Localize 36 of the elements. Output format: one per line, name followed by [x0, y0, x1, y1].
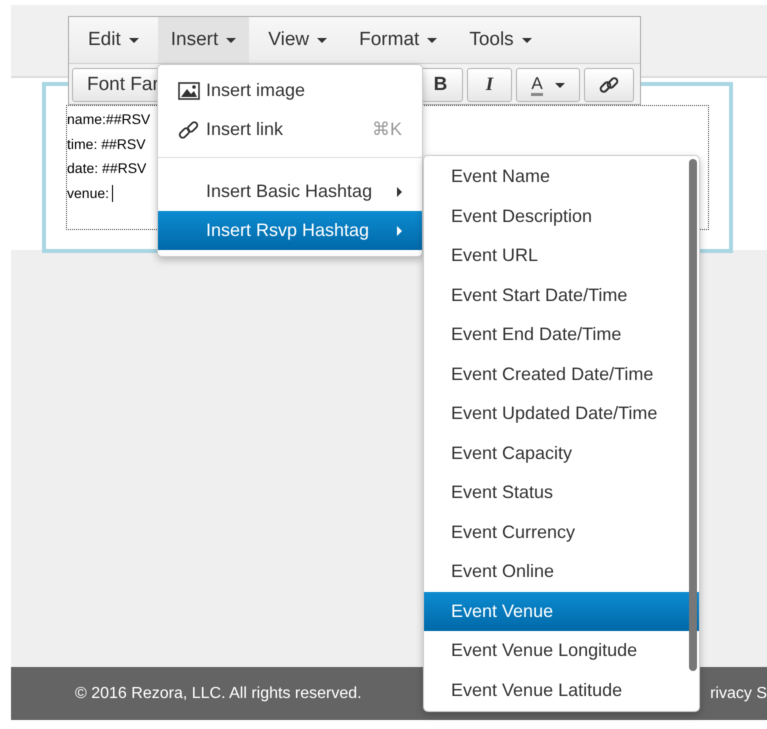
- menu-item[interactable]: Event Description: [424, 196, 699, 236]
- menu-item[interactable]: Event Updated Date/Time: [424, 394, 699, 434]
- menu-item[interactable]: Event Start Date/Time: [424, 276, 699, 315]
- menu-item[interactable]: Event URL: [424, 236, 699, 276]
- menu-item[interactable]: View: [255, 17, 340, 63]
- editor-line: time: ##RSV: [67, 134, 146, 154]
- menu-item[interactable]: Event Currency: [424, 512, 699, 552]
- link-icon: [598, 74, 620, 96]
- menu-item[interactable]: Insert link ⌘K: [158, 110, 422, 149]
- menu-item[interactable]: Insert Rsvp Hashtag: [158, 211, 422, 250]
- copyright-text: © 2016 Rezora, LLC. All rights reserved.: [75, 684, 362, 704]
- text-cursor: [112, 185, 114, 202]
- link-button[interactable]: [584, 68, 634, 102]
- menu-item[interactable]: Event Online: [424, 552, 699, 592]
- editor-line: venue:: [67, 180, 114, 205]
- menu-item[interactable]: Edit: [75, 17, 152, 63]
- image-icon: [178, 80, 200, 100]
- menu-item[interactable]: Insert Basic Hashtag: [158, 172, 422, 211]
- menu-item[interactable]: Event Status: [424, 473, 699, 512]
- menu-item[interactable]: Event Venue Longitude: [424, 631, 699, 670]
- menu-item[interactable]: Event Venue: [424, 592, 699, 631]
- privacy-link[interactable]: rivacy S: [710, 682, 767, 706]
- menu-item[interactable]: Insert: [158, 17, 250, 63]
- menu-item[interactable]: Event End Date/Time: [424, 315, 699, 354]
- link-icon: [178, 120, 200, 140]
- menu-item[interactable]: Event Capacity: [424, 434, 699, 473]
- menu-item[interactable]: Tools: [456, 17, 545, 63]
- menu-item[interactable]: Format: [346, 17, 450, 63]
- editor-line: date: ##RSV: [67, 159, 146, 178]
- text-color-button[interactable]: A: [516, 68, 580, 102]
- menu-item[interactable]: Event Venue Latitude: [424, 670, 699, 710]
- menu-item[interactable]: Event Name: [424, 157, 699, 196]
- scrollbar-thumb[interactable]: [689, 159, 697, 671]
- menu-item[interactable]: Event Created Date/Time: [424, 354, 699, 394]
- editor-line: name:##RSV: [67, 110, 150, 129]
- italic-button[interactable]: I: [467, 68, 512, 102]
